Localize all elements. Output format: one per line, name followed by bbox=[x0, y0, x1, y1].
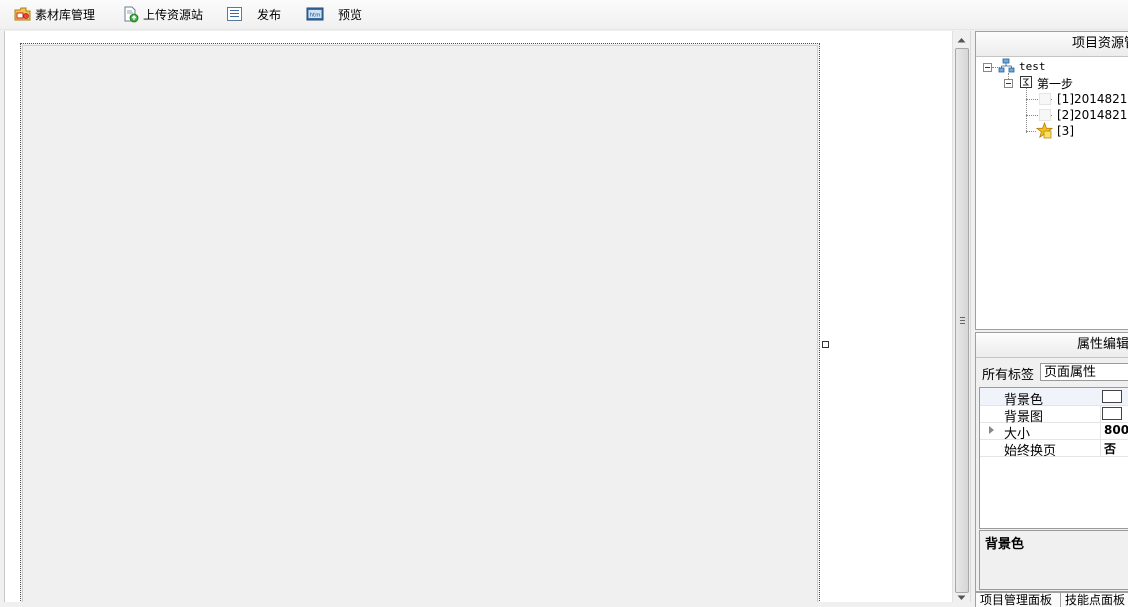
background-image-swatch[interactable] bbox=[1102, 407, 1122, 420]
property-description-box: 背景色 bbox=[979, 530, 1128, 590]
material-library-label: 素材库管理 bbox=[35, 7, 96, 22]
page-resize-handle[interactable] bbox=[822, 341, 829, 348]
svg-text:htm: htm bbox=[310, 13, 321, 19]
property-object-select[interactable]: 页面属性 bbox=[1040, 363, 1128, 381]
scrollbar-thumb[interactable] bbox=[955, 48, 969, 593]
property-row-background-image[interactable]: 背景图 bbox=[980, 405, 1128, 425]
background-color-swatch[interactable] bbox=[1102, 390, 1122, 403]
property-value[interactable]: 否 bbox=[1104, 440, 1116, 457]
property-description-title: 背景色 bbox=[985, 537, 1025, 552]
tab-project-management[interactable]: 项目管理面板 bbox=[975, 592, 1062, 607]
page-thumbnail-icon bbox=[1039, 109, 1051, 121]
canvas-vertical-scrollbar[interactable] bbox=[952, 31, 970, 602]
publish-button[interactable]: 发布 bbox=[226, 4, 281, 24]
property-name: 始终换页 bbox=[1004, 444, 1057, 459]
new-page-star-icon bbox=[1036, 122, 1053, 139]
project-panel-title: 项目资源管 bbox=[976, 32, 1128, 57]
upload-resource-button[interactable]: 上传资源站 bbox=[122, 4, 203, 24]
scroll-down-arrow-icon[interactable] bbox=[953, 589, 970, 606]
expand-triangle-icon[interactable] bbox=[989, 426, 994, 434]
property-row-size[interactable]: 大小 800, bbox=[980, 422, 1128, 442]
toolbar: 素材库管理 上传资源站 发布 htm 预览 bbox=[0, 0, 1128, 30]
tree-step-label[interactable]: 第一步 bbox=[1037, 75, 1073, 92]
property-filter-label: 所有标签 bbox=[982, 368, 1035, 383]
tree-page-1-label[interactable]: [1]201482110 bbox=[1057, 92, 1128, 106]
scroll-up-arrow-icon[interactable] bbox=[953, 31, 970, 48]
publish-list-icon bbox=[227, 7, 242, 21]
property-editor-panel: 属性编辑 所有标签 页面属性 背景色 背景图 大小 800, 始终换页 否 背景… bbox=[975, 332, 1128, 592]
tab-skill-points[interactable]: 技能点面板 bbox=[1060, 592, 1128, 607]
project-resource-panel: 项目资源管 test 第一步 [1]201482110 bbox=[975, 31, 1128, 330]
design-canvas-area[interactable] bbox=[4, 31, 953, 602]
tree-root-expander[interactable] bbox=[983, 63, 992, 72]
property-row-background-color[interactable]: 背景色 bbox=[980, 388, 1128, 408]
scrollbar-grip-icon bbox=[960, 317, 965, 326]
step-page-icon bbox=[1020, 76, 1032, 88]
property-grid: 背景色 背景图 大小 800, 始终换页 否 bbox=[979, 387, 1128, 529]
upload-document-icon bbox=[124, 6, 139, 22]
upload-resource-label: 上传资源站 bbox=[143, 7, 204, 22]
project-root-icon bbox=[998, 58, 1015, 73]
tree-step-expander[interactable] bbox=[1004, 79, 1013, 88]
material-library-button[interactable]: 素材库管理 bbox=[14, 4, 95, 24]
publish-label: 发布 bbox=[257, 7, 282, 22]
property-value[interactable]: 800, bbox=[1104, 423, 1128, 437]
property-panel-title: 属性编辑 bbox=[976, 333, 1128, 358]
preview-button[interactable]: htm 预览 bbox=[306, 4, 362, 24]
tree-page-3-label[interactable]: [3] bbox=[1057, 124, 1074, 138]
preview-html-icon: htm bbox=[306, 7, 324, 21]
page-thumbnail-icon bbox=[1039, 93, 1051, 105]
design-page[interactable] bbox=[20, 43, 820, 602]
property-row-always-page-break[interactable]: 始终换页 否 bbox=[980, 439, 1128, 459]
preview-label: 预览 bbox=[338, 7, 363, 22]
project-tree: test 第一步 [1]201482110 [2]201482110 [3] bbox=[976, 57, 1128, 327]
tree-root-label[interactable]: test bbox=[1019, 60, 1046, 73]
folder-materials-icon bbox=[14, 7, 31, 21]
tree-page-2-label[interactable]: [2]201482110 bbox=[1057, 108, 1128, 122]
